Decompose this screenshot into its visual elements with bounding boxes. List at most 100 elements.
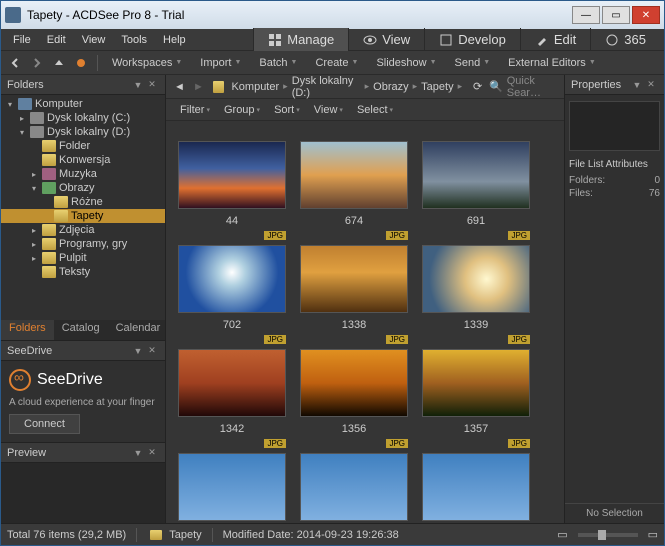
thumbnail-image[interactable] [300, 141, 408, 209]
thumbnail-item[interactable]: 44 [178, 127, 286, 227]
thumbnail-image[interactable] [178, 453, 286, 521]
back-button[interactable] [5, 53, 25, 73]
minimize-button[interactable]: — [572, 6, 600, 24]
menu-view[interactable]: View [74, 32, 114, 48]
create-menu[interactable]: Create▼ [307, 55, 366, 71]
close-panel-icon[interactable]: ✕ [644, 78, 658, 92]
breadcrumb-item[interactable]: Dysk lokalny (D:) [292, 75, 361, 99]
close-panel-icon[interactable]: ✕ [145, 344, 159, 358]
tree-item-obrazy[interactable]: ▾Obrazy [1, 181, 165, 195]
tree-item-folder[interactable]: Folder [1, 139, 165, 153]
expand-icon[interactable]: ▾ [5, 100, 15, 109]
tree-item-r-ne[interactable]: Różne [1, 195, 165, 209]
thumbnail-item[interactable]: JPG1342 [178, 335, 286, 435]
thumbnail-item[interactable]: JPG1339 [422, 231, 530, 331]
tab-folders[interactable]: Folders [1, 320, 54, 340]
breadcrumb-item[interactable]: Tapety [421, 81, 453, 93]
search-icon: 🔍 [489, 80, 503, 93]
mode-edit[interactable]: Edit [520, 28, 590, 51]
zoom-slider[interactable] [578, 533, 638, 537]
tab-catalog[interactable]: Catalog [54, 320, 108, 340]
tree-item-zdj-cia[interactable]: ▸Zdjęcia [1, 223, 165, 237]
breadcrumb-back-icon[interactable]: ◄ [172, 78, 187, 96]
menu-edit[interactable]: Edit [39, 32, 74, 48]
menu-tools[interactable]: Tools [113, 32, 155, 48]
pin-icon[interactable]: ▼ [131, 446, 145, 460]
expand-icon[interactable]: ▸ [29, 240, 39, 249]
expand-icon[interactable]: ▾ [29, 184, 39, 193]
thumbnail-image[interactable] [422, 349, 530, 417]
thumbnail-image[interactable] [422, 141, 530, 209]
tab-calendar[interactable]: Calendar [108, 320, 169, 340]
expand-icon[interactable]: ▸ [29, 254, 39, 263]
tree-item-dysk-lokalny-d-[interactable]: ▾Dysk lokalny (D:) [1, 125, 165, 139]
slideshow-menu[interactable]: Slideshow▼ [368, 55, 444, 71]
tree-item-tapety[interactable]: Tapety [1, 209, 165, 223]
gallery-button[interactable] [71, 53, 91, 73]
expand-icon[interactable]: ▾ [17, 128, 27, 137]
breadcrumb-item[interactable]: Komputer [231, 81, 279, 93]
mode-develop[interactable]: Develop [424, 28, 520, 51]
pin-icon[interactable]: ▼ [131, 78, 145, 92]
tree-item-pulpit[interactable]: ▸Pulpit [1, 251, 165, 265]
expand-icon[interactable]: ▸ [29, 170, 39, 179]
refresh-icon[interactable]: ⟳ [470, 78, 485, 96]
expand-icon[interactable]: ▸ [17, 114, 27, 123]
thumbnail-item[interactable]: 674 [300, 127, 408, 227]
thumbnail-item[interactable]: JPG702 [178, 231, 286, 331]
view-menu[interactable]: View▾ [308, 102, 349, 118]
tree-item-muzyka[interactable]: ▸Muzyka [1, 167, 165, 181]
close-panel-icon[interactable]: ✕ [145, 78, 159, 92]
thumbnail-image[interactable] [300, 453, 408, 521]
send-menu[interactable]: Send▼ [447, 55, 499, 71]
expand-icon[interactable]: ▸ [29, 226, 39, 235]
group-menu[interactable]: Group▾ [218, 102, 266, 118]
menu-help[interactable]: Help [155, 32, 194, 48]
mode-365[interactable]: 365 [590, 28, 660, 51]
menu-file[interactable]: File [5, 32, 39, 48]
thumbnail-image[interactable] [300, 245, 408, 313]
thumbnail-item[interactable]: 691 [422, 127, 530, 227]
select-menu[interactable]: Select▾ [351, 102, 399, 118]
mode-view[interactable]: View [348, 28, 424, 51]
thumbnail-item[interactable]: JPG [422, 439, 530, 523]
sort-menu[interactable]: Sort▾ [268, 102, 306, 118]
tree-item-teksty[interactable]: Teksty [1, 265, 165, 279]
tree-item-konwersja[interactable]: Konwersja [1, 153, 165, 167]
up-button[interactable] [49, 53, 69, 73]
quick-search[interactable]: 🔍Quick Sear… [489, 75, 558, 99]
batch-menu[interactable]: Batch▼ [251, 55, 305, 71]
thumbnail-image[interactable] [178, 141, 286, 209]
external-editors-menu[interactable]: External Editors▼ [500, 55, 604, 71]
zoom-in-icon[interactable]: ▭ [648, 528, 658, 541]
import-menu[interactable]: Import▼ [192, 55, 249, 71]
close-panel-icon[interactable]: ✕ [145, 446, 159, 460]
pin-icon[interactable]: ▼ [131, 344, 145, 358]
thumbnail-image[interactable] [178, 245, 286, 313]
thumbnail-item[interactable]: JPG [178, 439, 286, 523]
filter-menu[interactable]: Filter▾ [174, 102, 216, 118]
tree-item-komputer[interactable]: ▾Komputer [1, 97, 165, 111]
tree-item-dysk-lokalny-c-[interactable]: ▸Dysk lokalny (C:) [1, 111, 165, 125]
thumbnail-label: 1357 [464, 423, 488, 435]
thumbnail-item[interactable]: JPG1356 [300, 335, 408, 435]
pin-icon[interactable]: ▼ [630, 78, 644, 92]
thumbnail-image[interactable] [422, 245, 530, 313]
mode-manage[interactable]: Manage [253, 28, 348, 51]
thumbnail-item[interactable]: JPG [300, 439, 408, 523]
forward-button[interactable] [27, 53, 47, 73]
thumbnail-image[interactable] [422, 453, 530, 521]
breadcrumb-item[interactable]: Obrazy [373, 81, 408, 93]
thumbnail-item[interactable]: JPG1338 [300, 231, 408, 331]
thumbnail-item[interactable]: JPG1357 [422, 335, 530, 435]
breadcrumb-forward-icon[interactable]: ► [191, 78, 206, 96]
tree-item-programy-gry[interactable]: ▸Programy, gry [1, 237, 165, 251]
jpg-badge: JPG [508, 439, 530, 448]
thumbnail-image[interactable] [178, 349, 286, 417]
zoom-out-icon[interactable]: ▭ [557, 528, 567, 541]
thumbnail-image[interactable] [300, 349, 408, 417]
workspaces-menu[interactable]: Workspaces▼ [104, 55, 190, 71]
maximize-button[interactable]: ▭ [602, 6, 630, 24]
close-button[interactable]: ✕ [632, 6, 660, 24]
connect-button[interactable]: Connect [9, 414, 80, 434]
